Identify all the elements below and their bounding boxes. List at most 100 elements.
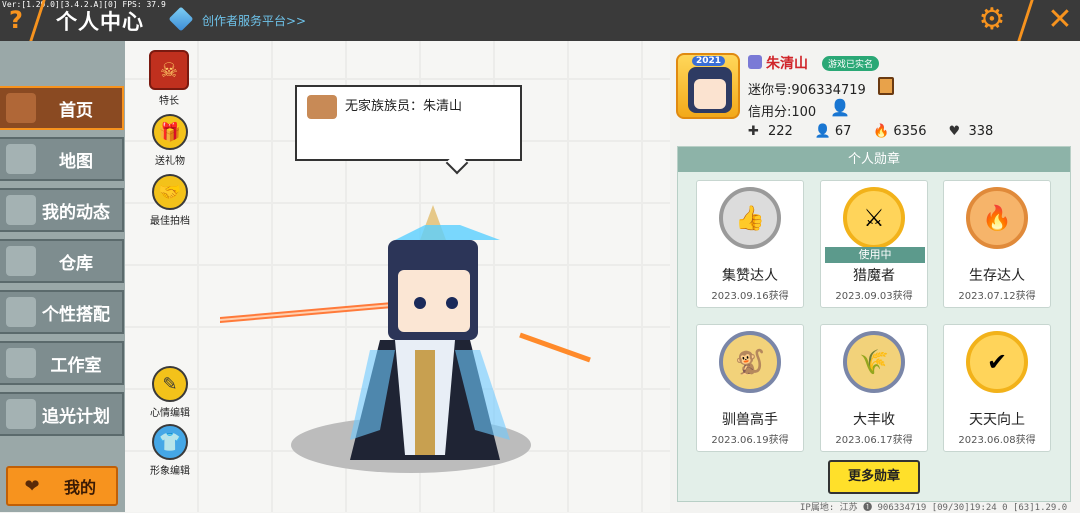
stat-value: 338 bbox=[968, 124, 994, 139]
medal-name: 生存达人 bbox=[969, 268, 1025, 284]
verified-badge: 游戏已实名 bbox=[822, 56, 880, 71]
divider bbox=[1017, 0, 1041, 41]
sidebar-item-light-plan[interactable]: 追光计划 bbox=[0, 392, 124, 436]
handshake-icon: 🤝 bbox=[152, 174, 188, 210]
person-icon: 👤 bbox=[814, 123, 832, 139]
sidebar-item-activity[interactable]: 我的动态 bbox=[0, 188, 124, 232]
light-icon bbox=[6, 399, 36, 429]
username: 朱清山 bbox=[766, 56, 808, 72]
appearance-edit-button[interactable]: 👕 形象编辑 bbox=[140, 424, 200, 477]
medal-card[interactable]: ✔ 天天向上 2023.06.08获得 bbox=[943, 324, 1051, 452]
person-icon[interactable]: 👤 bbox=[830, 99, 850, 117]
mini-id: 迷你号:906334719 bbox=[748, 83, 866, 98]
stat-value: 222 bbox=[768, 124, 793, 139]
creator-platform-link[interactable]: 创作者服务平台>> bbox=[202, 12, 306, 29]
outfit-icon bbox=[6, 297, 36, 327]
medals-header: 个人勋章 bbox=[678, 147, 1070, 172]
warehouse-icon bbox=[6, 246, 36, 276]
specialty-icon: ☠ bbox=[149, 50, 189, 90]
medal-date: 2023.06.19获得 bbox=[711, 435, 789, 446]
appearance-edit-label: 形象编辑 bbox=[150, 466, 190, 477]
thumbs-up-medal-icon: 👍 bbox=[719, 187, 781, 249]
vip-icon bbox=[748, 55, 762, 69]
medal-date: 2023.06.17获得 bbox=[835, 435, 913, 446]
in-use-badge: 使用中 bbox=[825, 247, 925, 263]
creator-platform-icon bbox=[168, 6, 194, 32]
checklist-medal-icon: ✔ bbox=[966, 331, 1028, 393]
bell-icon bbox=[6, 195, 36, 225]
mood-edit-label: 心情编辑 bbox=[150, 408, 190, 419]
sidebar-item-warehouse[interactable]: 仓库 bbox=[0, 239, 124, 283]
sidebar-item-map[interactable]: 地图 bbox=[0, 137, 124, 181]
monkey-medal-icon: 🐒 bbox=[719, 331, 781, 393]
medal-name: 驯兽高手 bbox=[722, 412, 778, 428]
medal-card[interactable]: 🌾 大丰收 2023.06.17获得 bbox=[820, 324, 928, 452]
medal-date: 2023.09.16获得 bbox=[711, 291, 789, 302]
sidebar-item-label: 追光计划 bbox=[42, 406, 110, 427]
map-icon bbox=[6, 144, 36, 174]
page-title: 个人中心 bbox=[56, 10, 144, 34]
settings-gear-icon[interactable]: ⚙ bbox=[976, 4, 1008, 36]
medal-name: 猎魔者 bbox=[853, 268, 895, 284]
stat-likes: ♥ 338 bbox=[948, 124, 993, 139]
player-character[interactable] bbox=[220, 200, 600, 470]
credit-score: 信用分:100 bbox=[748, 105, 817, 120]
medal-date: 2023.09.03获得 bbox=[835, 291, 913, 302]
top-bar: Ver:[1.29.0][3.4.2.A][0] FPS: 37.9 ? 个人中… bbox=[0, 0, 1080, 41]
more-medals-button[interactable]: 更多勋章 bbox=[828, 460, 920, 494]
medal-name: 大丰收 bbox=[853, 412, 895, 428]
specialty-button[interactable]: ☠ 特长 bbox=[139, 50, 199, 107]
fire-icon: 🔥 bbox=[873, 123, 890, 139]
sidebar-item-label: 个性搭配 bbox=[42, 304, 110, 325]
sword-medal-icon: ⚔ bbox=[843, 187, 905, 249]
medal-card[interactable]: 🐒 驯兽高手 2023.06.19获得 bbox=[696, 324, 804, 452]
avatar-face bbox=[694, 79, 726, 109]
heart-icon: ♥ bbox=[948, 123, 961, 139]
studio-icon bbox=[6, 348, 36, 378]
stats-row: ✚ 222 👤 67 🔥 6356 ♥ 338 bbox=[748, 124, 1015, 139]
harvest-medal-icon: 🌾 bbox=[843, 331, 905, 393]
sidebar-item-label: 仓库 bbox=[59, 253, 93, 274]
family-bubble: 无家族族员：朱清山 bbox=[295, 85, 522, 161]
mood-edit-button[interactable]: ✎ 心情编辑 bbox=[140, 366, 200, 419]
home-icon bbox=[6, 93, 36, 123]
sidebar-item-label: 我的动态 bbox=[42, 202, 110, 223]
medal-name: 集赞达人 bbox=[722, 268, 778, 284]
sidebar-item-label: 首页 bbox=[59, 100, 93, 121]
best-partner-button[interactable]: 🤝 最佳拍档 bbox=[140, 174, 200, 227]
medal-date: 2023.07.12获得 bbox=[958, 291, 1036, 302]
gift-button[interactable]: 🎁 送礼物 bbox=[140, 114, 200, 167]
footer-info: IP属地: 江苏 ❶ 906334719 [09/30]19:24 0 [63]… bbox=[800, 503, 1068, 513]
bubble-avatar-icon bbox=[307, 95, 337, 119]
medal-card[interactable]: 🔥 生存达人 2023.07.12获得 bbox=[943, 180, 1051, 308]
help-icon[interactable]: ? bbox=[4, 6, 28, 34]
edit-icon: ✎ bbox=[152, 366, 188, 402]
sidebar-item-label: 工作室 bbox=[50, 355, 102, 376]
plus-icon: ✚ bbox=[748, 123, 759, 139]
bubble-text: 无家族族员：朱清山 bbox=[345, 99, 463, 114]
stat-fans: 👤 67 bbox=[815, 124, 852, 139]
stat-posts: ✚ 222 bbox=[748, 124, 793, 139]
avatar-year-tag: 2021 bbox=[692, 56, 726, 66]
shirt-icon: 👕 bbox=[152, 424, 188, 460]
my-button-label: 我的 bbox=[63, 478, 96, 497]
stat-popularity: 🔥 6356 bbox=[873, 124, 926, 139]
close-icon[interactable]: ✕ bbox=[1044, 2, 1076, 38]
avatar[interactable]: 2021 bbox=[676, 53, 740, 119]
gift-label: 送礼物 bbox=[155, 156, 185, 167]
sidebar-item-studio[interactable]: 工作室 bbox=[0, 341, 124, 385]
medal-name: 天天向上 bbox=[969, 412, 1025, 428]
gift-icon: 🎁 bbox=[152, 114, 188, 150]
medal-card[interactable]: ⚔ 使用中 猎魔者 2023.09.03获得 bbox=[820, 180, 928, 308]
medal-card[interactable]: 👍 集赞达人 2023.09.16获得 bbox=[696, 180, 804, 308]
copy-icon[interactable] bbox=[878, 77, 894, 95]
stat-value: 6356 bbox=[893, 124, 927, 139]
medal-date: 2023.06.08获得 bbox=[958, 435, 1036, 446]
specialty-label: 特长 bbox=[159, 96, 179, 107]
heart-icon: ❤ bbox=[24, 475, 40, 497]
best-partner-label: 最佳拍档 bbox=[150, 216, 190, 227]
stat-value: 67 bbox=[834, 124, 852, 139]
sidebar-item-home[interactable]: 首页 bbox=[0, 86, 124, 130]
my-button[interactable]: ❤ 我的 bbox=[6, 466, 118, 506]
sidebar-item-outfit[interactable]: 个性搭配 bbox=[0, 290, 124, 334]
